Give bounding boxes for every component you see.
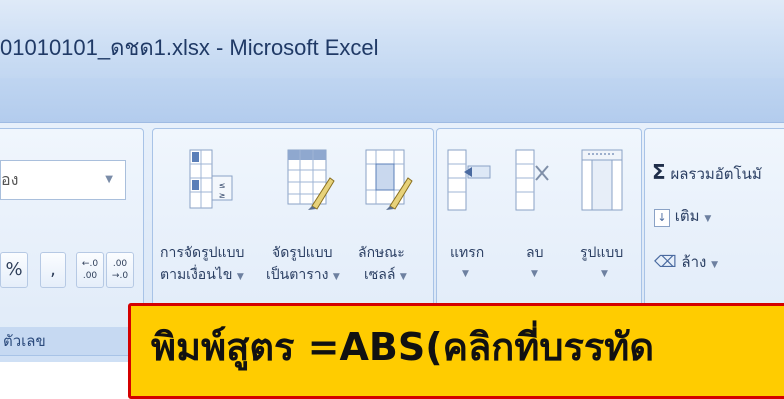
autosum-button[interactable]: Σ ผลรวมอัตโนมั	[652, 160, 762, 186]
format-cells-label[interactable]: รูปแบบ	[580, 242, 623, 264]
percent-style-button[interactable]: %	[0, 252, 28, 288]
chevron-down-icon: ▼	[105, 174, 113, 185]
format-as-table-label-2[interactable]: เป็นตาราง ▼	[266, 264, 340, 286]
insert-dropdown-arrow-icon[interactable]: ▼	[462, 264, 469, 280]
eraser-icon: ⌫	[654, 252, 677, 271]
sigma-icon: Σ	[652, 160, 666, 184]
svg-text:≤: ≤	[219, 181, 226, 190]
number-group-label: ตัวเลข	[0, 327, 143, 355]
comma-label: ,	[50, 259, 56, 280]
cell-styles-label[interactable]: ลักษณะ	[358, 242, 405, 264]
delete-dropdown-arrow-icon[interactable]: ▼	[531, 264, 538, 280]
comma-style-button[interactable]: ,	[40, 252, 66, 288]
conditional-formatting-label-2[interactable]: ตามเงื่อนไข ▼	[160, 264, 244, 286]
instruction-banner-text: พิมพ์สูตร =ABS(คลิกที่บรรทัด	[151, 325, 655, 369]
title-bar: 01010101_ดชด1.xlsx - Microsoft Excel	[0, 0, 784, 78]
clear-label: ล้าง	[681, 253, 707, 271]
insert-cells-label[interactable]: แทรก	[450, 242, 484, 264]
conditional-formatting-line2: ตามเงื่อนไข	[160, 267, 233, 283]
decrease-decimal-button[interactable]: .00 →.0	[106, 252, 134, 288]
format-dropdown-arrow-icon[interactable]: ▼	[601, 264, 608, 280]
dropdown-arrow-icon: ▼	[236, 272, 244, 282]
number-format-combo[interactable]: อง ▼	[0, 160, 126, 200]
clear-button[interactable]: ⌫ ล้าง ▼	[654, 250, 718, 274]
cell-styles-line2: เซลล์	[364, 267, 396, 283]
fill-button[interactable]: ↓ เติม ▼	[654, 204, 711, 228]
autosum-label: ผลรวมอัตโนมั	[670, 165, 762, 183]
percent-label: %	[5, 259, 23, 280]
conditional-formatting-label[interactable]: การจัดรูปแบบ	[160, 242, 244, 264]
dropdown-arrow-icon: ▼	[332, 272, 340, 282]
svg-text:≥: ≥	[219, 191, 226, 200]
cell-styles-icon[interactable]	[364, 148, 414, 214]
insert-cells-icon[interactable]	[446, 148, 494, 218]
number-format-value: อง	[1, 170, 19, 189]
increase-decimal-button[interactable]: ←.0 .00	[76, 252, 104, 288]
instruction-banner: พิมพ์สูตร =ABS(คลิกที่บรรทัด	[128, 303, 784, 399]
ribbon-tabs-strip	[0, 78, 784, 122]
fill-label: เติม	[674, 207, 700, 225]
conditional-formatting-icon[interactable]: ≤ ≥	[188, 148, 234, 214]
dropdown-arrow-icon: ▼	[399, 272, 407, 282]
format-cells-icon[interactable]	[580, 148, 628, 218]
dropdown-arrow-icon: ▼	[704, 214, 712, 224]
window-title: 01010101_ดชด1.xlsx - Microsoft Excel	[0, 35, 379, 60]
delete-cells-icon[interactable]	[508, 148, 556, 218]
format-as-table-line2: เป็นตาราง	[266, 267, 329, 283]
dropdown-arrow-icon: ▼	[711, 260, 719, 270]
format-as-table-icon[interactable]	[286, 148, 336, 214]
delete-cells-label[interactable]: ลบ	[526, 242, 543, 264]
cell-styles-label-2[interactable]: เซลล์ ▼	[364, 264, 407, 286]
fill-down-icon: ↓	[654, 209, 670, 227]
increase-decimal-icon: ←.0 .00	[81, 259, 99, 281]
decrease-decimal-icon: .00 →.0	[111, 259, 129, 281]
format-as-table-label[interactable]: จัดรูปแบบ	[272, 242, 333, 264]
